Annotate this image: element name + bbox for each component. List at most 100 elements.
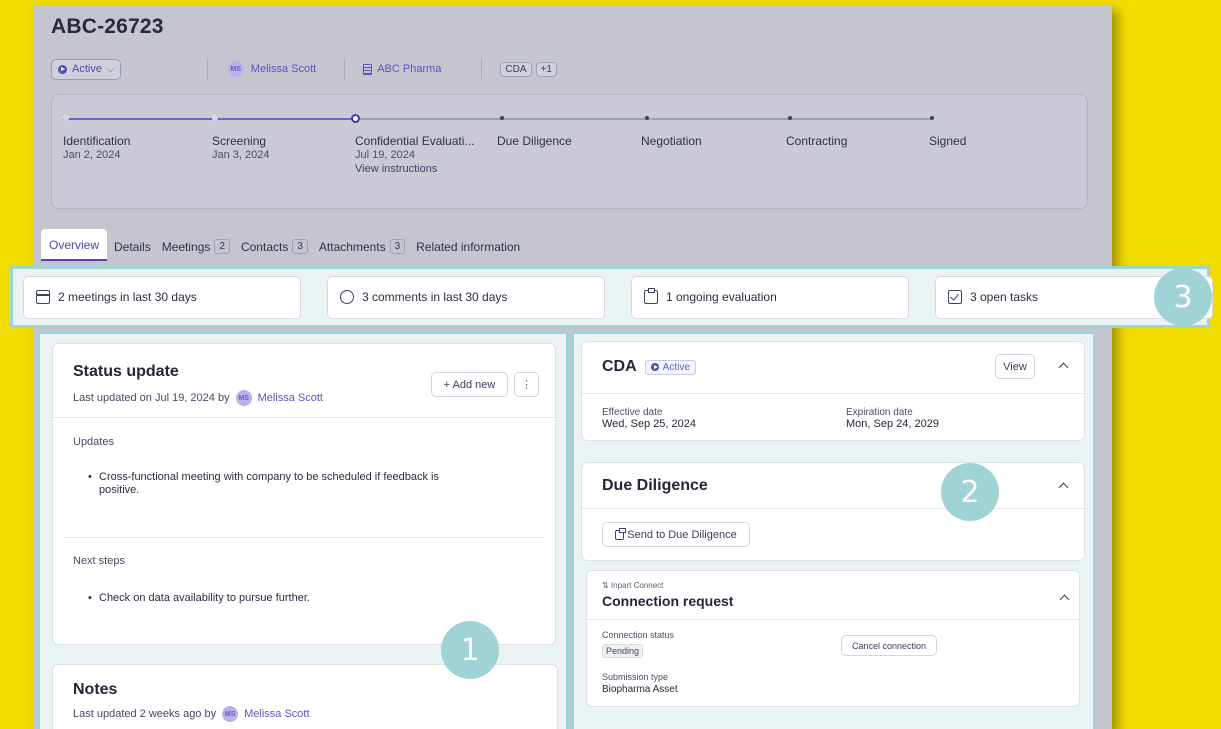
author-name[interactable]: Melissa Scott bbox=[258, 392, 323, 404]
company-name: ABC Pharma bbox=[377, 63, 442, 75]
tab-label: Details bbox=[114, 240, 151, 254]
tab-label: Contacts bbox=[240, 239, 289, 254]
divider bbox=[582, 393, 1084, 394]
send-to-due-diligence-button[interactable]: Send to Due Diligence bbox=[602, 522, 750, 547]
due-diligence-title: Due Diligence bbox=[602, 477, 708, 494]
button-label: Send to Due Diligence bbox=[627, 528, 737, 541]
summary-text: 1 ongoing evaluation bbox=[666, 290, 777, 304]
stage-name: Signed bbox=[929, 134, 967, 148]
building-icon bbox=[363, 63, 373, 75]
stage-due-diligence[interactable]: Due Diligence bbox=[497, 134, 572, 148]
meetings-summary[interactable]: 2 meetings in last 30 days bbox=[23, 275, 301, 319]
updated-text: Last updated on Jul 19, 2024 by bbox=[73, 392, 230, 404]
tab-details[interactable]: Details bbox=[110, 240, 155, 261]
tab-contacts[interactable]: Contacts 3 bbox=[237, 239, 312, 261]
tag-more[interactable]: +1 bbox=[535, 61, 557, 77]
stage-date: Jul 19, 2024 bbox=[355, 149, 415, 161]
author-name[interactable]: Melissa Scott bbox=[244, 708, 309, 720]
divider bbox=[206, 59, 208, 79]
evaluation-summary[interactable]: 1 ongoing evaluation bbox=[631, 275, 909, 319]
status-update-meta: Last updated on Jul 19, 2024 by MS Melis… bbox=[73, 390, 323, 406]
status-text: Active bbox=[662, 361, 690, 373]
submission-type-label: Submission type bbox=[602, 672, 669, 682]
callout-2: 2 bbox=[941, 463, 999, 521]
tab-label: Attachments bbox=[318, 239, 386, 254]
company-link[interactable]: ABC Pharma bbox=[363, 63, 441, 75]
stage-confidential-evaluation[interactable]: Confidential Evaluati... Jul 19, 2024 Vi… bbox=[355, 134, 474, 176]
comments-icon bbox=[340, 290, 354, 304]
expiration-date-value: Mon, Sep 24, 2029 bbox=[846, 418, 939, 430]
tab-meetings[interactable]: Meetings 2 bbox=[158, 239, 234, 261]
stage-node bbox=[788, 116, 792, 120]
view-instructions-link[interactable]: View instructions bbox=[355, 162, 474, 176]
callout-1: 1 bbox=[441, 621, 499, 679]
notes-meta: Last updated 2 weeks ago by MS Melissa S… bbox=[73, 706, 310, 722]
due-diligence-card: Due Diligence Send to Due Diligence bbox=[581, 462, 1085, 561]
updated-text: Last updated 2 weeks ago by bbox=[73, 708, 217, 720]
chevron-up-icon[interactable] bbox=[1058, 362, 1069, 373]
right-panel: CDA Active View Effective date Wed, Sep … bbox=[571, 331, 1096, 729]
notes-title: Notes bbox=[73, 681, 118, 698]
next-steps-label: Next steps bbox=[73, 555, 125, 567]
stage-identification[interactable]: Identification Jan 2, 2024 bbox=[63, 134, 130, 162]
stage-node bbox=[63, 115, 69, 121]
tab-label: Overview bbox=[49, 238, 100, 252]
cda-header: CDA Active bbox=[602, 358, 696, 376]
stage-name: Confidential Evaluati... bbox=[355, 134, 475, 148]
more-options-button[interactable]: ⋮ bbox=[514, 372, 539, 397]
tab-bar: Overview Details Meetings 2 Contacts 3 Att… bbox=[41, 228, 527, 261]
clipboard-icon bbox=[615, 527, 627, 540]
summary-text: 3 open tasks bbox=[970, 290, 1039, 304]
view-button[interactable]: View bbox=[995, 354, 1035, 379]
tag-cda[interactable]: CDA bbox=[500, 61, 532, 77]
stage-signed[interactable]: Signed bbox=[929, 134, 966, 148]
cda-card: CDA Active View Effective date Wed, Sep … bbox=[581, 341, 1085, 441]
divider bbox=[344, 59, 346, 79]
calendar-icon bbox=[36, 290, 50, 304]
add-new-button[interactable]: + Add new bbox=[431, 372, 508, 397]
tab-label: Related information bbox=[416, 240, 521, 254]
divider bbox=[53, 417, 555, 418]
expiration-date-label: Expiration date bbox=[846, 407, 913, 418]
owner[interactable]: MS Melissa Scott bbox=[227, 61, 317, 77]
stage-date: Jan 3, 2024 bbox=[212, 149, 270, 161]
status-label: Active bbox=[72, 63, 102, 75]
summary-strip: 2 meetings in last 30 days 3 comments in… bbox=[10, 266, 1213, 328]
status-update-title: Status update bbox=[73, 363, 179, 380]
stage-name: Screening bbox=[212, 134, 267, 148]
source-label: ⇅ Inpart Connect bbox=[602, 581, 664, 590]
update-text: Cross-functional meeting with company to… bbox=[99, 471, 439, 483]
stage-node bbox=[212, 115, 218, 121]
stage-name: Due Diligence bbox=[497, 134, 572, 148]
play-icon bbox=[58, 64, 67, 74]
stage-node bbox=[930, 116, 934, 120]
stage-node bbox=[500, 116, 504, 120]
count-badge: 2 bbox=[214, 239, 230, 254]
effective-date-value: Wed, Sep 25, 2024 bbox=[602, 418, 696, 430]
chevron-up-icon[interactable] bbox=[1058, 482, 1069, 493]
status-badge: Active bbox=[644, 359, 696, 375]
progress-track-remaining bbox=[354, 118, 932, 120]
avatar: MS bbox=[227, 61, 244, 77]
tab-related-information[interactable]: Related information bbox=[412, 240, 524, 261]
status-badge: Pending bbox=[602, 644, 644, 658]
stage-contracting[interactable]: Contracting bbox=[786, 134, 847, 148]
avatar: MS bbox=[235, 390, 252, 406]
update-text: positive. bbox=[99, 484, 140, 496]
tab-attachments[interactable]: Attachments 3 bbox=[315, 239, 409, 261]
divider bbox=[587, 619, 1079, 620]
cancel-connection-button[interactable]: Cancel connection bbox=[841, 635, 937, 656]
stage-name: Negotiation bbox=[641, 134, 702, 148]
summary-text: 3 comments in last 30 days bbox=[362, 290, 508, 304]
tab-overview[interactable]: Overview bbox=[41, 229, 108, 261]
stage-negotiation[interactable]: Negotiation bbox=[641, 134, 702, 148]
owner-name: Melissa Scott bbox=[250, 63, 317, 75]
chevron-up-icon[interactable] bbox=[1059, 594, 1070, 605]
stage-node-current bbox=[351, 114, 360, 123]
comments-summary[interactable]: 3 comments in last 30 days bbox=[327, 275, 605, 319]
play-icon bbox=[650, 363, 659, 371]
status-dropdown[interactable]: Active ⌵ bbox=[51, 58, 121, 80]
page-title: ABC-26723 bbox=[51, 15, 164, 38]
stage-screening[interactable]: Screening Jan 3, 2024 bbox=[212, 134, 270, 162]
case-meta-row: Active ⌵ MS Melissa Scott ABC Pharma CDA… bbox=[51, 58, 557, 80]
